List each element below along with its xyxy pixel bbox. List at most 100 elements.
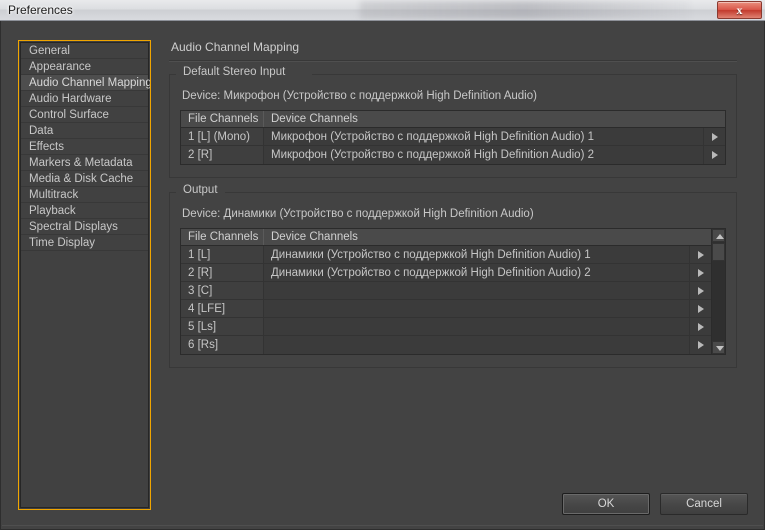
- sidebar-item-label: Appearance: [29, 61, 92, 73]
- table-row[interactable]: 3 [C]: [181, 282, 711, 300]
- scroll-up-button[interactable]: [712, 229, 725, 242]
- sidebar-item-label: Time Display: [29, 237, 96, 249]
- column-header-spacer: [703, 111, 725, 127]
- sidebar-item-effects[interactable]: Effects: [21, 139, 148, 155]
- column-header: Device Channels: [271, 231, 358, 243]
- file-channel-cell: 2 [R]: [181, 146, 264, 164]
- sidebar-item-label: Audio Channel Mapping: [29, 77, 151, 89]
- file-channel-cell: 3 [C]: [181, 282, 264, 299]
- group-border-left-seg: [170, 74, 176, 75]
- title-divider: [169, 60, 737, 62]
- channel-map-table: File Channels Device Channels 1 [L] Динамик…: [180, 228, 726, 355]
- file-channel-cell: 2 [R]: [181, 264, 264, 281]
- column-header: File Channels: [181, 229, 264, 245]
- scrollbar-thumb[interactable]: [712, 243, 725, 261]
- triangle-up-icon: [716, 234, 724, 239]
- device-label: Device: Микрофон (Устройство с поддержко…: [182, 90, 537, 102]
- groups-container: Default Stereo Input Device: Микрофон (Ус…: [169, 66, 737, 368]
- triangle-right-icon: [698, 323, 704, 331]
- triangle-right-icon: [698, 269, 704, 277]
- close-icon: x: [736, 3, 743, 17]
- sidebar-item-general[interactable]: General: [21, 43, 148, 59]
- channel-map-table: File Channels Device Channels 1 [L] (Mono)…: [180, 110, 726, 165]
- sidebar-item-label: Effects: [29, 141, 64, 153]
- device-channel-cell[interactable]: [264, 282, 689, 299]
- column-header-spacer: [689, 229, 711, 245]
- sidebar-item-media-disk-cache[interactable]: Media & Disk Cache: [21, 171, 148, 187]
- sidebar-item-time-display[interactable]: Time Display: [21, 235, 148, 251]
- sidebar-item-label: Data: [29, 125, 54, 137]
- sidebar-item-label: Media & Disk Cache: [29, 173, 134, 185]
- table-row[interactable]: 2 [R] Микрофон (Устройство с поддержкой H…: [181, 146, 725, 164]
- device-channel-dropdown-button[interactable]: [689, 300, 711, 317]
- triangle-down-icon: [716, 346, 724, 351]
- sidebar-item-spectral-displays[interactable]: Spectral Displays: [21, 219, 148, 235]
- ok-button[interactable]: OK: [562, 493, 650, 515]
- sidebar-item-label: Multitrack: [29, 189, 79, 201]
- close-button[interactable]: x: [717, 1, 762, 19]
- category-list-inner: General Appearance Audio Channel Mapping Au…: [20, 42, 151, 508]
- cancel-button[interactable]: Cancel: [660, 493, 748, 515]
- sidebar-item-control-surface[interactable]: Control Surface: [21, 107, 148, 123]
- sidebar-item-audio-hardware[interactable]: Audio Hardware: [21, 91, 148, 107]
- device-channel-cell[interactable]: [264, 336, 689, 354]
- device-channel-dropdown-button[interactable]: [703, 146, 725, 164]
- sidebar-item-label: Control Surface: [29, 109, 109, 121]
- device-channel-dropdown-button[interactable]: [689, 264, 711, 281]
- device-label: Device: Динамики (Устройство с поддержко…: [182, 208, 534, 220]
- table-row[interactable]: 1 [L] (Mono) Микрофон (Устройство с подде…: [181, 128, 725, 146]
- dialog-body: General Appearance Audio Channel Mapping Au…: [0, 21, 765, 530]
- group-legend: Output: [178, 184, 223, 196]
- table-row[interactable]: 2 [R] Динамики (Устройство с поддержкой H…: [181, 264, 711, 282]
- sidebar-item-label: Spectral Displays: [29, 221, 118, 233]
- group-legend: Default Stereo Input: [178, 66, 291, 78]
- group-default-stereo-input: Default Stereo Input Device: Микрофон (Ус…: [169, 66, 737, 178]
- device-channel-dropdown-button[interactable]: [689, 246, 711, 263]
- sidebar-item-label: Markers & Metadata: [29, 157, 133, 169]
- device-channel-dropdown-button[interactable]: [689, 318, 711, 335]
- settings-panel: Audio Channel Mapping Default Stereo Inp…: [169, 40, 737, 500]
- sidebar-item-data[interactable]: Data: [21, 123, 148, 139]
- file-channel-cell: 1 [L] (Mono): [181, 128, 264, 145]
- sidebar-item-multitrack[interactable]: Multitrack: [21, 187, 148, 203]
- preferences-dialog: Preferences x General Appearance Audio Cha…: [0, 0, 765, 530]
- sidebar-item-markers-metadata[interactable]: Markers & Metadata: [21, 155, 148, 171]
- table-row[interactable]: 1 [L] Динамики (Устройство с поддержкой H…: [181, 246, 711, 264]
- column-header: File Channels: [181, 111, 264, 127]
- table-row[interactable]: 5 [Ls]: [181, 318, 711, 336]
- file-channel-cell: 5 [Ls]: [181, 318, 264, 335]
- sidebar-item-appearance[interactable]: Appearance: [21, 59, 148, 75]
- device-channel-cell[interactable]: [264, 318, 689, 335]
- table-row[interactable]: 6 [Rs]: [181, 336, 711, 354]
- footer-divider: [2, 525, 763, 526]
- device-channel-dropdown-button[interactable]: [689, 282, 711, 299]
- sidebar-item-audio-channel-mapping[interactable]: Audio Channel Mapping: [21, 75, 151, 91]
- scroll-down-button[interactable]: [712, 341, 725, 354]
- triangle-right-icon: [712, 133, 718, 141]
- page-title: Audio Channel Mapping: [171, 40, 300, 54]
- title-bar: Preferences x: [0, 0, 765, 21]
- table-body: File Channels Device Channels 1 [L] (Mono)…: [181, 111, 725, 164]
- column-header: Device Channels: [271, 113, 358, 125]
- file-channel-cell: 6 [Rs]: [181, 336, 264, 354]
- vertical-scrollbar[interactable]: [711, 229, 725, 354]
- device-channel-cell[interactable]: Микрофон (Устройство с поддержкой High D…: [264, 128, 703, 145]
- device-channel-dropdown-button[interactable]: [703, 128, 725, 145]
- triangle-right-icon: [698, 251, 704, 259]
- device-channel-dropdown-button[interactable]: [689, 336, 711, 354]
- table-header-row: File Channels Device Channels: [181, 229, 711, 246]
- sidebar-item-label: Audio Hardware: [29, 93, 112, 105]
- category-list[interactable]: General Appearance Audio Channel Mapping Au…: [18, 40, 151, 510]
- table-header-row: File Channels Device Channels: [181, 111, 725, 128]
- title-bar-glass: [360, 1, 690, 19]
- window-title: Preferences: [8, 3, 73, 17]
- device-channel-cell[interactable]: Динамики (Устройство с поддержкой High D…: [264, 246, 689, 263]
- device-channel-cell[interactable]: [264, 300, 689, 317]
- sidebar-item-playback[interactable]: Playback: [21, 203, 148, 219]
- table-row[interactable]: 4 [LFE]: [181, 300, 711, 318]
- device-channel-cell[interactable]: Динамики (Устройство с поддержкой High D…: [264, 264, 689, 281]
- triangle-right-icon: [698, 341, 704, 349]
- device-channel-cell[interactable]: Микрофон (Устройство с поддержкой High D…: [264, 146, 703, 164]
- triangle-right-icon: [712, 151, 718, 159]
- group-output: Output Device: Динамики (Устройство с под…: [169, 184, 737, 368]
